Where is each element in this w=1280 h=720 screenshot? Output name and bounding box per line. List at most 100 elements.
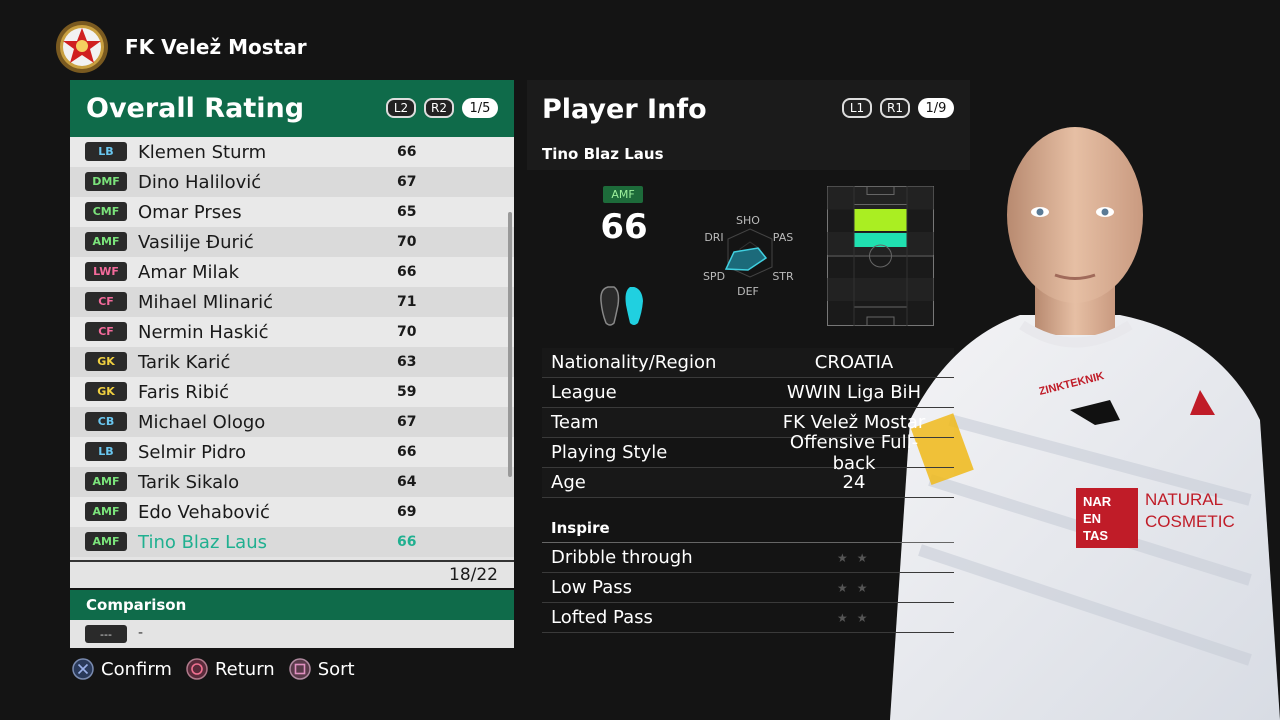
player-row-rating: 70 [397, 324, 417, 340]
position-pitch-map [827, 186, 934, 326]
inspire-stars-icon: ★★ [837, 580, 877, 595]
player-row-rating: 66 [397, 444, 417, 460]
player-row-name: Omar Prses [138, 201, 242, 223]
player-row-rating: 66 [397, 144, 417, 160]
inspire-stars-icon: ★★ [837, 610, 877, 625]
comparison-player-name: - [138, 625, 144, 641]
player-row-name: Tarik Karić [138, 351, 231, 373]
comparison-row[interactable]: --- - [70, 620, 514, 648]
player-position: AMF [603, 186, 643, 203]
player-row-rating: 66 [397, 264, 417, 280]
player-row-rating: 67 [397, 174, 417, 190]
r2-button[interactable]: R2 [424, 98, 454, 118]
list-scrollbar[interactable] [508, 212, 512, 477]
player-row[interactable]: CMF Omar Prses 65 [70, 197, 514, 227]
player-row-name: Tarik Sikalo [138, 471, 240, 493]
detail-label: Nationality/Region [551, 352, 717, 373]
player-row-name: Selmir Pidro [138, 441, 247, 463]
inspire-label: Low Pass [551, 577, 632, 598]
comparison-position: --- [85, 625, 127, 643]
overall-rating-title: Overall Rating [86, 93, 305, 124]
player-row[interactable]: AMF Tarik Sikalo 64 [70, 467, 514, 497]
svg-text:NAR: NAR [1083, 494, 1112, 509]
player-row-name: Mihael Mlinarić [138, 291, 274, 313]
confirm-label: Confirm [101, 658, 172, 680]
player-row[interactable]: AMF Edo Vehabović 69 [70, 497, 514, 527]
circle-icon [186, 658, 208, 680]
player-info-title: Player Info [542, 94, 707, 125]
player-row-rating: 67 [397, 414, 417, 430]
svg-text:TAS: TAS [1083, 528, 1108, 543]
detail-label: League [551, 382, 617, 403]
player-row-name: Faris Ribić [138, 381, 230, 403]
player-row-name: Vasilije Đurić [138, 231, 254, 253]
player-name: Tino Blaz Laus [542, 145, 664, 163]
svg-text:COSMETIC: COSMETIC [1145, 512, 1235, 531]
player-row[interactable]: CF Mihael Mlinarić 71 [70, 287, 514, 317]
radar-label-sho: SHO [736, 214, 760, 227]
position-badge: LB [85, 442, 127, 461]
player-row-rating: 71 [397, 294, 417, 310]
position-badge: CF [85, 322, 127, 341]
player-info-nav: L1 R1 1/9 [842, 98, 954, 118]
detail-value: WWIN Liga BiH [786, 382, 922, 403]
radar-label-str: STR [772, 270, 794, 283]
player-row[interactable]: GK Tarik Karić 63 [70, 347, 514, 377]
player-row[interactable]: AMF Tino Blaz Laus 66 [70, 527, 514, 557]
detail-row: Nationality/Region CROATIA [542, 348, 954, 378]
detail-value: CROATIA [814, 352, 894, 373]
l2-button[interactable]: L2 [386, 98, 416, 118]
confirm-prompt[interactable]: Confirm [72, 658, 172, 680]
player-row[interactable]: DMF Dino Halilović 67 [70, 167, 514, 197]
player-row[interactable]: AMF Vasilije Đurić 70 [70, 227, 514, 257]
sort-prompt[interactable]: Sort [288, 658, 355, 680]
position-badge: AMF [85, 532, 127, 551]
overall-rating-panel: Overall Rating L2 R2 1/5 LB Klemen Sturm 6… [70, 80, 514, 648]
overall-rating-nav: L2 R2 1/5 [386, 98, 498, 118]
stat-radar: SHO PAS STR DEF SPD DRI [703, 214, 794, 298]
player-row-name: Klemen Sturm [138, 141, 267, 163]
position-badge: CF [85, 292, 127, 311]
player-row[interactable]: LWF Amar Milak 66 [70, 257, 514, 287]
player-row[interactable]: CF Nermin Haskić 70 [70, 317, 514, 347]
player-row[interactable]: LB Selmir Pidro 66 [70, 437, 514, 467]
position-badge: AMF [85, 472, 127, 491]
position-badge: CMF [85, 202, 127, 221]
club-name: FK Velež Mostar [125, 35, 307, 59]
player-list[interactable]: LB Klemen Sturm 66 DMF Dino Halilović 67 CMF Om… [70, 137, 514, 560]
player-rating: 66 [600, 207, 648, 247]
button-prompts: Confirm Return Sort [72, 658, 355, 680]
player-row[interactable]: CB Michael Ologo 67 [70, 407, 514, 437]
player-row-name: Edo Vehabović [138, 501, 270, 523]
radar-label-dri: DRI [704, 231, 723, 244]
player-row-name: Dino Halilović [138, 171, 262, 193]
radar-label-spd: SPD [703, 270, 725, 283]
detail-value: FK Velež Mostar [782, 412, 926, 433]
player-details-table: Nationality/Region CROATIA League WWIN Liga… [542, 348, 954, 498]
comparison-title: Comparison [86, 596, 187, 614]
inspire-row: Lofted Pass ★★ [542, 603, 954, 633]
position-badge: AMF [85, 502, 127, 521]
return-prompt[interactable]: Return [186, 658, 275, 680]
player-row[interactable]: GK Faris Ribić 59 [70, 377, 514, 407]
detail-label: Age [551, 472, 586, 493]
player-row-rating: 59 [397, 384, 417, 400]
r1-button[interactable]: R1 [880, 98, 910, 118]
detail-value: 24 [842, 472, 866, 493]
inspire-table: Dribble through ★★ Low Pass ★★ Lofted Pass ★★ [542, 543, 954, 633]
player-count-value: 18/22 [449, 565, 498, 585]
club-crest-icon [56, 21, 108, 73]
radar-label-pas: PAS [773, 231, 793, 244]
player-count: 18/22 [70, 560, 514, 588]
player-row[interactable]: LB Klemen Sturm 66 [70, 137, 514, 167]
l1-button[interactable]: L1 [842, 98, 872, 118]
position-badge: AMF [85, 232, 127, 251]
sort-label: Sort [317, 658, 355, 680]
inspire-title: Inspire [551, 519, 610, 537]
cross-icon [72, 658, 94, 680]
foot-preference-icon [600, 286, 643, 326]
player-row-rating: 64 [397, 474, 417, 490]
inspire-row: Dribble through ★★ [542, 543, 954, 573]
info-page-indicator: 1/9 [918, 98, 954, 118]
player-row-rating: 69 [397, 504, 417, 520]
